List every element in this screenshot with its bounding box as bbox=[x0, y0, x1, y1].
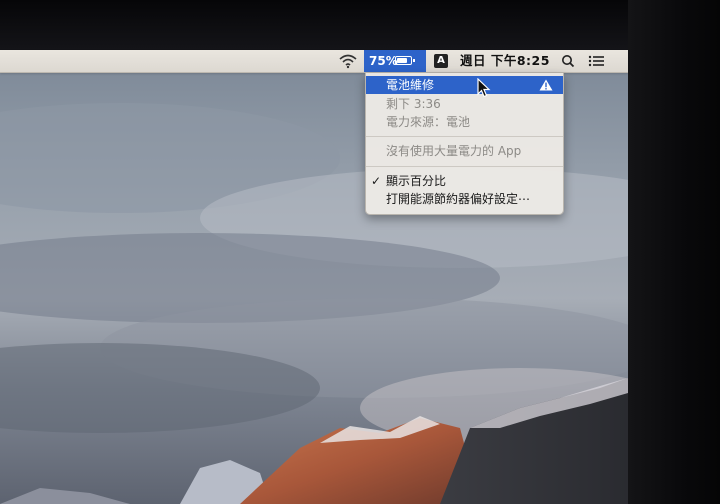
battery-dropdown-menu: 電池維修 剩下 3:36 電力來源：電池 沒有使用大量電力的 App ✓ 顯示百… bbox=[365, 73, 564, 215]
menu-item-time-remaining: 剩下 3:36 bbox=[386, 97, 441, 111]
menu-separator bbox=[366, 136, 563, 137]
mouse-cursor-icon bbox=[477, 78, 491, 98]
battery-percent: 75% bbox=[369, 54, 398, 68]
checkmark-icon: ✓ bbox=[371, 174, 382, 188]
wifi-icon[interactable] bbox=[338, 50, 360, 72]
menu-separator bbox=[366, 166, 563, 167]
screen-bezel-top bbox=[0, 0, 720, 50]
menu-item-energy-saver-prefs[interactable]: 打開能源節約器偏好設定⋯ bbox=[366, 190, 563, 208]
battery-icon bbox=[395, 56, 415, 65]
menu-clock[interactable]: 週日 下午8:25 bbox=[460, 50, 550, 72]
menu-item-power-source: 電力來源：電池 bbox=[386, 115, 471, 129]
menu-bar: 75% A 週日 下午8:25 bbox=[0, 50, 628, 73]
screen-bezel-right bbox=[628, 0, 720, 504]
list-icon[interactable] bbox=[588, 50, 606, 72]
search-icon[interactable] bbox=[561, 50, 577, 72]
input-source-menu[interactable]: A bbox=[434, 50, 450, 72]
menu-item-battery-service[interactable]: 電池維修 bbox=[366, 76, 563, 94]
menu-item-energy-apps: 沒有使用大量電力的 App bbox=[386, 144, 522, 158]
battery-menu-extra[interactable]: 75% bbox=[364, 50, 426, 72]
warning-icon bbox=[539, 79, 553, 91]
menu-item-show-percentage[interactable]: ✓ 顯示百分比 bbox=[366, 172, 563, 190]
input-source-label: A bbox=[434, 54, 448, 68]
